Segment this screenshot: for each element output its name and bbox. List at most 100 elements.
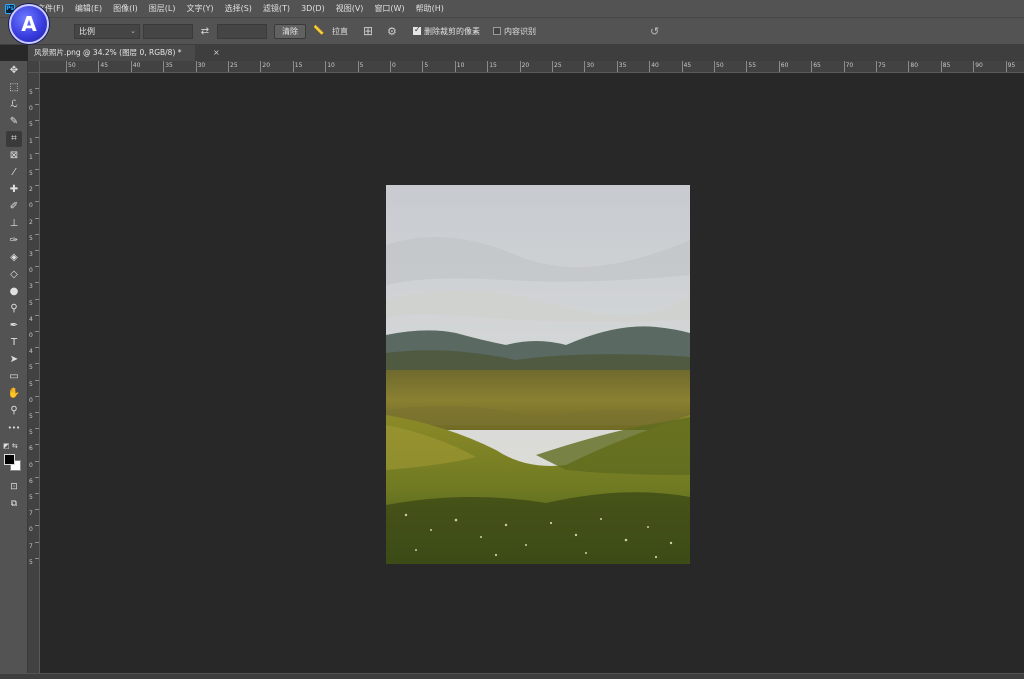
ruler-h-label: 25	[230, 62, 238, 69]
brush-tool-icon[interactable]: ✐	[6, 199, 22, 215]
default-colors-icon[interactable]: ◩ ⇆	[3, 442, 18, 450]
hand-tool-icon[interactable]: ✋	[6, 386, 22, 402]
frame-tool-icon[interactable]: ⊠	[6, 148, 22, 164]
ruler-v-tick	[35, 428, 39, 430]
eyedropper-tool-icon[interactable]: ⁄	[6, 165, 22, 181]
quick-mask-icon[interactable]: ⊡	[6, 479, 22, 495]
ruler-corner[interactable]	[28, 61, 40, 73]
menu-help[interactable]: 帮助(H)	[411, 3, 450, 14]
ruler-h-tick	[195, 61, 197, 72]
ruler-v-tick	[35, 152, 39, 154]
pen-tool-icon[interactable]: ✒	[6, 318, 22, 334]
ruler-h-label: 45	[683, 62, 692, 69]
eraser-tool-icon[interactable]: ◈	[6, 250, 22, 266]
ruler-h-tick	[130, 61, 132, 72]
foreground-color-swatch[interactable]	[4, 454, 15, 465]
lasso-tool-icon[interactable]: ℒ	[6, 97, 22, 113]
ruler-h-tick	[325, 61, 327, 72]
type-tool-icon[interactable]: T	[6, 335, 22, 351]
horizontal-ruler[interactable]: 50 45 40 35 30 25 20 15 10 5 0 5 10 15 20 25 30 35 40 45 50 5…	[40, 61, 1024, 73]
ratio-select-value: 比例	[79, 27, 95, 36]
stamp-tool-icon[interactable]: ⊥	[6, 216, 22, 232]
dodge-tool-icon[interactable]: ⚲	[6, 301, 22, 317]
ruler-v-tick	[35, 250, 39, 251]
reset-icon[interactable]: ↺	[650, 24, 664, 39]
ruler-h-tick	[292, 61, 294, 72]
ruler-v-label: 4	[29, 348, 33, 356]
ruler-h-tick	[584, 61, 586, 72]
crop-tool-icon[interactable]: ⌗	[6, 131, 22, 147]
menu-image[interactable]: 图像(I)	[108, 3, 144, 14]
more-tools-icon[interactable]: •••	[6, 420, 22, 436]
document-tab[interactable]: 风景照片.png @ 34.2% (图层 0, RGB/8) *	[28, 45, 195, 61]
ruler-h-tick	[876, 61, 877, 72]
ruler-v-label: 1	[29, 137, 33, 145]
bucket-tool-icon[interactable]: ◇	[6, 267, 22, 283]
ruler-h-label: 15	[294, 62, 303, 69]
blur-tool-icon[interactable]: ●	[6, 284, 22, 300]
menu-window[interactable]: 窗口(W)	[369, 3, 410, 14]
gear-icon[interactable]: ⚙	[387, 24, 399, 39]
ruler-v-tick	[35, 412, 39, 413]
ruler-v-tick	[35, 120, 39, 122]
healing-tool-icon[interactable]: ✚	[6, 182, 22, 198]
history-brush-tool-icon[interactable]: ✑	[6, 233, 22, 249]
move-tool-icon[interactable]: ✥	[6, 63, 22, 79]
menu-select[interactable]: 选择(S)	[220, 3, 258, 14]
ruler-v-label: 5	[29, 299, 33, 307]
options-bar: ⌗⌄ 比例 ⌄ ⇄ 清除 📏 拉直 ⊞ ⚙ 删除裁剪的像素 内容识别 ↺	[0, 17, 1024, 45]
ruler-h-tick	[357, 61, 359, 72]
screen-mode-icon[interactable]: ⧉	[6, 496, 22, 512]
ruler-h-tick	[649, 61, 651, 72]
path-select-tool-icon[interactable]: ➤	[6, 352, 22, 368]
menu-edit[interactable]: 编辑(E)	[70, 3, 108, 14]
ruler-v-tick	[35, 493, 39, 494]
marquee-tool-icon[interactable]: ⬚	[6, 80, 22, 96]
vertical-ruler[interactable]: 5 0 5 1 1 5 2 0 2 5 3 0 3 5 4 0 4 5 5 0 5 5 6 0 6 5 7 0 7 5	[28, 73, 40, 673]
document-tab-title: 风景照片.png @ 34.2% (图层 0, RGB/8) *	[34, 48, 182, 57]
ruler-h-label: 45	[100, 62, 109, 69]
menu-layer[interactable]: 图层(L)	[144, 3, 182, 14]
close-icon[interactable]: ×	[213, 45, 220, 61]
ruler-v-label: 1	[29, 153, 33, 161]
clear-button[interactable]: 清除	[274, 24, 306, 39]
ruler-h-tick	[552, 61, 553, 72]
ruler-h-label: 20	[262, 62, 271, 69]
ruler-v-tick	[35, 363, 39, 365]
width-ratio-input[interactable]	[143, 24, 193, 39]
rectangle-tool-icon[interactable]: ▭	[6, 369, 22, 385]
ruler-v-label: 5	[29, 413, 33, 420]
menu-type[interactable]: 文字(Y)	[181, 3, 219, 14]
ruler-v-label: 0	[29, 396, 33, 404]
swap-icon[interactable]: ⇄	[199, 24, 211, 39]
ruler-v-label: 5	[29, 170, 33, 177]
ruler-h-label: 50	[716, 62, 724, 69]
ruler-h-label: 35	[165, 62, 173, 69]
overlay-grid-icon[interactable]: ⊞	[363, 24, 377, 39]
ruler-h-tick	[811, 61, 813, 72]
ruler-h-label: 40	[651, 62, 659, 69]
straighten-icon[interactable]: 📏	[313, 24, 327, 39]
ruler-h-label: 20	[521, 62, 530, 69]
ruler-h-tick	[778, 61, 780, 72]
ruler-v-label: 7	[29, 542, 33, 550]
ruler-v-label: 5	[29, 234, 33, 242]
canvas-image[interactable]	[386, 185, 690, 564]
chevron-down-icon: ⌄	[130, 27, 136, 35]
ruler-h-tick	[616, 61, 618, 72]
content-aware-checkbox[interactable]	[493, 27, 501, 35]
quick-select-tool-icon[interactable]: ✎	[6, 114, 22, 130]
straighten-button[interactable]: 拉直	[332, 24, 348, 39]
ratio-select[interactable]: 比例 ⌄	[74, 24, 140, 39]
menu-view[interactable]: 视图(V)	[331, 3, 370, 14]
document-tab-bar: 风景照片.png @ 34.2% (图层 0, RGB/8) * ×	[28, 45, 1024, 61]
menu-filter[interactable]: 滤镜(T)	[258, 3, 296, 14]
menu-3d[interactable]: 3D(D)	[296, 4, 331, 13]
delete-cropped-checkbox[interactable]	[413, 25, 421, 35]
ruler-h-label: 15	[489, 62, 497, 69]
ruler-v-label: 0	[29, 202, 33, 210]
ruler-h-tick	[714, 61, 715, 72]
height-ratio-input[interactable]	[217, 24, 267, 39]
zoom-tool-icon[interactable]: ⚲	[6, 403, 22, 419]
ruler-h-tick	[973, 61, 975, 72]
